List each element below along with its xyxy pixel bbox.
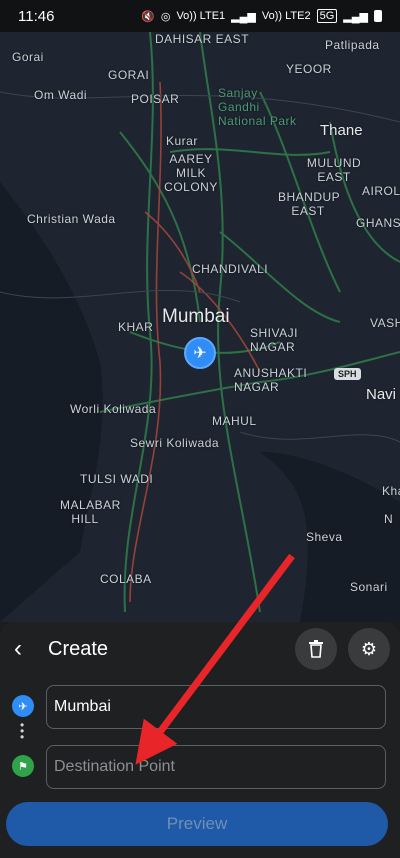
map-label: VASHI: [370, 316, 400, 330]
map-label: CHANDIVALI: [192, 262, 269, 276]
map-label: ANUSHAKTI NAGAR: [234, 366, 308, 394]
back-arrow-icon: ‹: [14, 635, 22, 662]
origin-input[interactable]: [46, 685, 386, 729]
create-panel: ‹ Create ⚙ ✈ ••• ⚑ Preview: [0, 622, 400, 858]
map-label: GORAI: [108, 68, 150, 82]
map-label: Sanjay Gandhi National Park: [218, 86, 297, 128]
gear-icon: ⚙: [360, 638, 378, 659]
hotspot-icon: ◎: [160, 10, 171, 23]
current-location-marker[interactable]: ✈: [184, 337, 216, 369]
origin-plane-icon: ✈: [12, 695, 34, 717]
map-label: Sheva: [306, 530, 343, 544]
network-2-label: Vo)) LTE2: [261, 10, 311, 22]
map-label: Kurar: [166, 134, 198, 148]
settings-button[interactable]: ⚙: [348, 628, 390, 670]
map-label: Kha: [382, 484, 400, 498]
map-label: MALABAR HILL: [60, 498, 121, 526]
plane-icon: ✈: [193, 345, 207, 362]
delete-button[interactable]: [295, 628, 337, 670]
map-label: AIROLI: [362, 184, 400, 198]
route-dots-icon: • • •: [20, 718, 25, 744]
destination-flag-icon: ⚑: [12, 755, 34, 777]
map-label: SHIVAJI NAGAR: [250, 326, 298, 354]
map-label: Om Wadi: [34, 88, 88, 102]
map-label: Worli Koliwada: [70, 402, 157, 416]
status-bar: 11:46 🔇 ◎ Vo)) LTE1 ▂▄▆ Vo)) LTE2 5G ▂▄▆: [0, 0, 400, 32]
back-button[interactable]: ‹: [14, 635, 36, 662]
mute-icon: 🔇: [141, 10, 155, 23]
map-label: DAHISAR EAST: [155, 32, 250, 46]
panel-title: Create: [48, 638, 109, 660]
map-label: AAREY MILK COLONY: [164, 152, 218, 194]
map-label: BHANDUP EAST: [278, 190, 341, 218]
map-center-label: Mumbai: [162, 306, 230, 327]
map-label: Christian Wada: [27, 212, 116, 226]
highway-shield: SPH: [334, 368, 361, 380]
map-label: Thane: [320, 122, 363, 139]
map-label: MAHUL: [212, 414, 257, 428]
network-1-label: Vo)) LTE1: [176, 10, 226, 22]
map-label: MULUND EAST: [306, 156, 362, 184]
map-label: Sonari: [350, 580, 388, 594]
map-label: COLABA: [100, 572, 152, 586]
map-label: N: [384, 512, 394, 526]
signal-icon-2: ▂▄▆: [343, 10, 368, 23]
map-label: Sewri Koliwada: [130, 436, 220, 450]
destination-input[interactable]: [46, 745, 386, 789]
map-view[interactable]: DAHISAR EAST Gorai GORAI POISAR Om Wadi …: [0, 32, 400, 622]
map-label: KHAR: [118, 320, 154, 334]
map-label: YEOOR: [286, 62, 332, 76]
preview-button[interactable]: Preview: [6, 802, 388, 846]
map-label: TULSI WADI: [80, 472, 154, 486]
battery-icon: [374, 10, 382, 22]
trash-icon: [309, 640, 323, 658]
signal-icon: ▂▄▆: [231, 10, 256, 23]
map-label: POISAR: [131, 92, 180, 106]
map-label: Navi: [366, 386, 397, 403]
map-label: Gorai: [12, 50, 44, 64]
map-label: GHANSO: [356, 216, 400, 230]
network-type-badge: 5G: [316, 9, 338, 23]
status-time: 11:46: [18, 7, 55, 25]
status-icons: 🔇 ◎ Vo)) LTE1 ▂▄▆ Vo)) LTE2 5G ▂▄▆: [141, 9, 382, 23]
map-label: Patlipada: [325, 38, 380, 52]
